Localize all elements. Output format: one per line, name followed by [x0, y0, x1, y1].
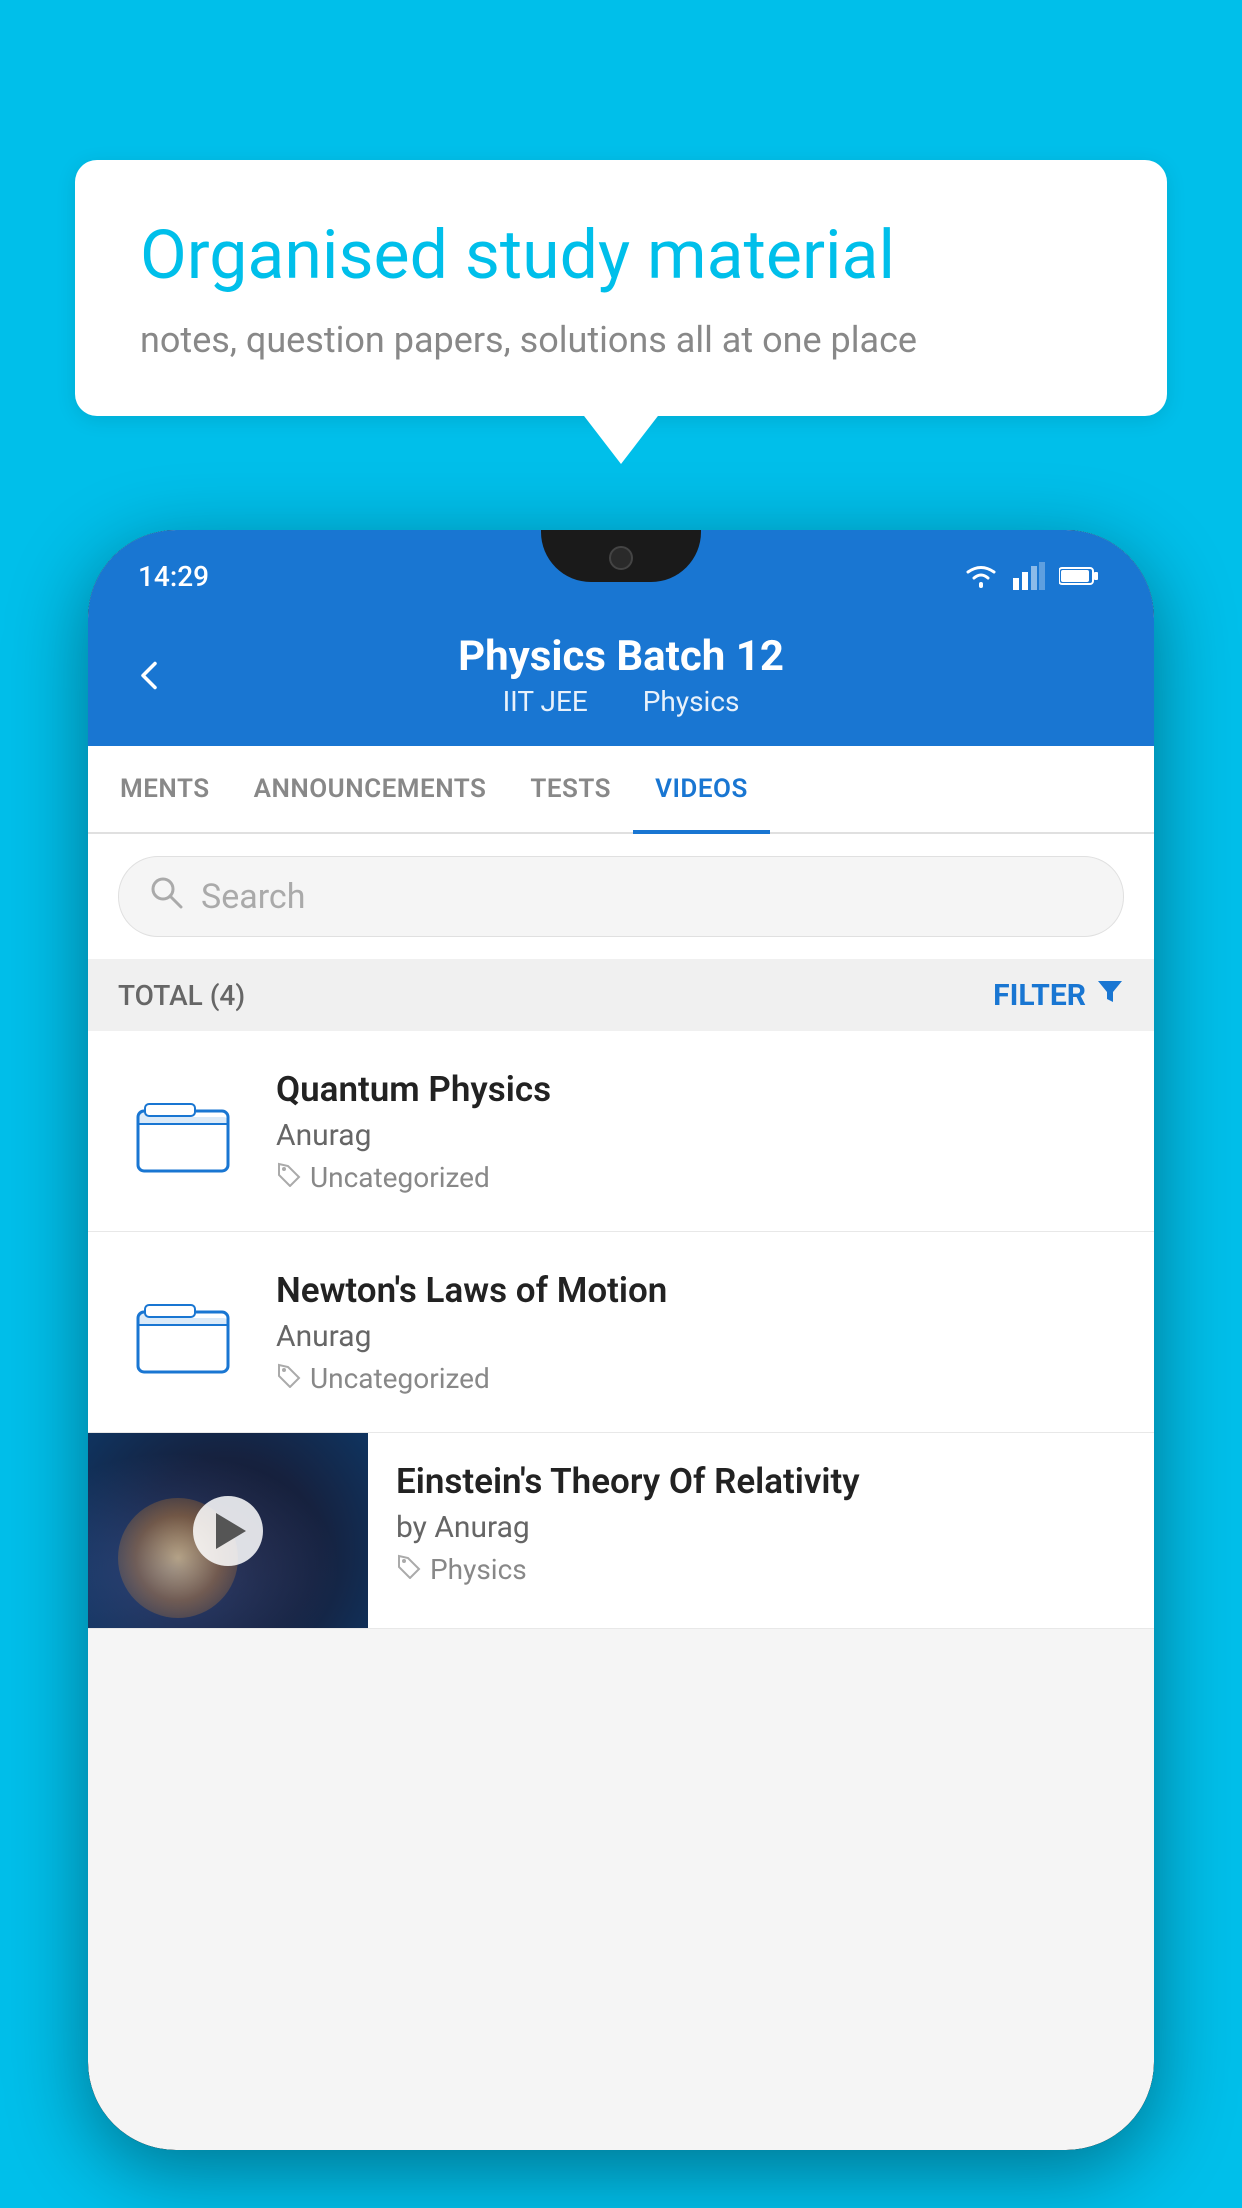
search-icon [149, 875, 183, 918]
status-bar: 14:29 [88, 530, 1154, 610]
status-time: 14:29 [138, 560, 209, 593]
folder-icon-1 [133, 1086, 233, 1176]
video-list: Quantum Physics Anurag Uncategorized [88, 1031, 1154, 1629]
tag-label-1: Uncategorized [310, 1161, 490, 1194]
status-icons [963, 562, 1099, 590]
bubble-title: Organised study material [140, 215, 1102, 297]
search-placeholder: Search [201, 877, 305, 917]
folder-icon-2 [133, 1287, 233, 1377]
play-button-3[interactable] [193, 1496, 263, 1566]
video-info-1: Quantum Physics Anurag Uncategorized [276, 1069, 1124, 1194]
tag-label-2: Uncategorized [310, 1362, 490, 1395]
tag-label-3: Physics [430, 1553, 527, 1586]
signal-icon [1013, 562, 1045, 590]
tab-tests[interactable]: TESTS [508, 746, 633, 832]
video-author-2: Anurag [276, 1319, 1124, 1354]
video-title-3: Einstein's Theory Of Relativity [396, 1461, 1126, 1502]
play-triangle-icon [216, 1513, 246, 1549]
video-thumb-1 [118, 1066, 248, 1196]
header-title: Physics Batch 12 [138, 632, 1104, 681]
video-author-3: by Anurag [396, 1510, 1126, 1545]
tab-ments[interactable]: MENTS [98, 746, 232, 832]
search-container: Search [88, 834, 1154, 959]
back-button[interactable] [133, 655, 165, 702]
video-thumb-2 [118, 1267, 248, 1397]
battery-icon [1059, 565, 1099, 587]
video-info-2: Newton's Laws of Motion Anurag Uncategor… [276, 1270, 1124, 1395]
header-subtitle-part2: Physics [643, 685, 740, 718]
filter-label: FILTER [993, 978, 1086, 1013]
phone-screen: 14:29 [88, 530, 1154, 2150]
filter-button[interactable]: FILTER [993, 977, 1124, 1013]
header-subtitle: IIT JEE Physics [138, 685, 1104, 718]
video-tag-2: Uncategorized [276, 1362, 1124, 1395]
video-item-1[interactable]: Quantum Physics Anurag Uncategorized [88, 1031, 1154, 1232]
thumb-info-3: Einstein's Theory Of Relativity by Anura… [368, 1433, 1154, 1614]
tabs-bar: MENTS ANNOUNCEMENTS TESTS VIDEOS [88, 746, 1154, 834]
speech-bubble: Organised study material notes, question… [75, 160, 1167, 416]
filter-funnel-icon [1096, 977, 1124, 1013]
filter-bar: TOTAL (4) FILTER [88, 959, 1154, 1031]
tag-icon-2 [276, 1362, 302, 1395]
camera [609, 546, 633, 570]
total-count: TOTAL (4) [118, 979, 245, 1012]
header-subtitle-part1: IIT JEE [503, 685, 588, 718]
video-thumbnail-3 [88, 1433, 368, 1628]
video-item-2[interactable]: Newton's Laws of Motion Anurag Uncategor… [88, 1232, 1154, 1433]
search-bar[interactable]: Search [118, 856, 1124, 937]
video-title-1: Quantum Physics [276, 1069, 1124, 1110]
video-author-1: Anurag [276, 1118, 1124, 1153]
video-tag-3: Physics [396, 1553, 1126, 1586]
video-tag-1: Uncategorized [276, 1161, 1124, 1194]
notch [541, 530, 701, 582]
video-title-2: Newton's Laws of Motion [276, 1270, 1124, 1311]
bubble-subtitle: notes, question papers, solutions all at… [140, 319, 1102, 361]
speech-bubble-container: Organised study material notes, question… [75, 160, 1167, 416]
phone-wrapper: 14:29 [88, 530, 1154, 2208]
tab-announcements[interactable]: ANNOUNCEMENTS [232, 746, 509, 832]
wifi-icon [963, 562, 999, 590]
app-header: Physics Batch 12 IIT JEE Physics [88, 610, 1154, 746]
tag-icon-3 [396, 1553, 422, 1586]
tab-videos[interactable]: VIDEOS [633, 746, 770, 832]
phone-outer: 14:29 [88, 530, 1154, 2150]
tag-icon-1 [276, 1161, 302, 1194]
video-item-3[interactable]: Einstein's Theory Of Relativity by Anura… [88, 1433, 1154, 1629]
